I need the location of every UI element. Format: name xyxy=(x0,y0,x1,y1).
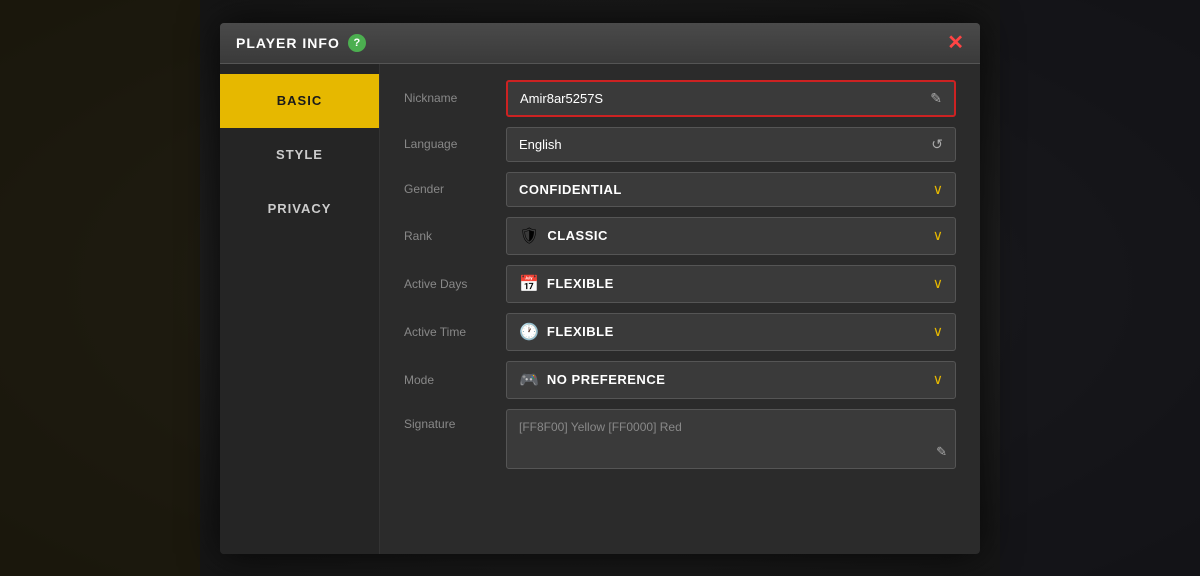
mode-control: 🎮 NO PREFERENCE ∨ xyxy=(506,361,956,399)
refresh-icon[interactable]: ↺ xyxy=(931,136,943,153)
gender-dropdown-content: CONFIDENTIAL xyxy=(519,182,622,197)
help-icon[interactable]: ? xyxy=(348,34,366,52)
language-field[interactable]: English ↺ xyxy=(506,127,956,162)
language-value: English xyxy=(519,137,562,152)
active-days-label: Active Days xyxy=(404,277,494,291)
content-area: Nickname Amir8ar5257S ✎ Language English… xyxy=(380,64,980,554)
bg-blur-left xyxy=(0,0,200,576)
signature-label: Signature xyxy=(404,409,494,431)
gender-control: CONFIDENTIAL ∨ xyxy=(506,172,956,207)
modal-header: PLAYER INFO ? ✕ xyxy=(220,23,980,64)
active-time-chevron-icon: ∨ xyxy=(933,323,943,340)
active-time-control: 🕐 FLEXIBLE ∨ xyxy=(506,313,956,351)
active-time-row: Active Time 🕐 FLEXIBLE ∨ xyxy=(404,313,956,351)
sidebar-label-basic: BASIC xyxy=(277,93,322,108)
sidebar-item-privacy[interactable]: PRIVACY xyxy=(220,182,379,236)
rank-label: Rank xyxy=(404,229,494,243)
nickname-field[interactable]: Amir8ar5257S ✎ xyxy=(506,80,956,117)
mode-chevron-icon: ∨ xyxy=(933,371,943,388)
gender-value: CONFIDENTIAL xyxy=(519,182,622,197)
language-control: English ↺ xyxy=(506,127,956,162)
signature-control: [FF8F00] Yellow [FF0000] Red ✎ xyxy=(506,409,956,469)
mode-dropdown-content: 🎮 NO PREFERENCE xyxy=(519,370,665,390)
nickname-value: Amir8ar5257S xyxy=(520,91,603,106)
signature-value: [FF8F00] Yellow [FF0000] Red xyxy=(519,420,682,434)
language-row: Language English ↺ xyxy=(404,127,956,162)
active-time-label: Active Time xyxy=(404,325,494,339)
gender-dropdown[interactable]: CONFIDENTIAL ∨ xyxy=(506,172,956,207)
gender-label: Gender xyxy=(404,182,494,196)
modal-body: BASIC STYLE PRIVACY Nickname Amir8ar5257… xyxy=(220,64,980,554)
active-days-value: FLEXIBLE xyxy=(547,276,614,291)
sidebar-label-style: STYLE xyxy=(276,147,323,162)
mode-value: NO PREFERENCE xyxy=(547,372,665,387)
active-time-dropdown[interactable]: 🕐 FLEXIBLE ∨ xyxy=(506,313,956,351)
rank-value: CLASSIC xyxy=(547,228,608,243)
active-days-dropdown[interactable]: 📅 FLEXIBLE ∨ xyxy=(506,265,956,303)
signature-edit-icon[interactable]: ✎ xyxy=(936,444,947,460)
mode-row: Mode 🎮 NO PREFERENCE ∨ xyxy=(404,361,956,399)
active-days-control: 📅 FLEXIBLE ∨ xyxy=(506,265,956,303)
active-days-chevron-icon: ∨ xyxy=(933,275,943,292)
mode-label: Mode xyxy=(404,373,494,387)
gender-row: Gender CONFIDENTIAL ∨ xyxy=(404,172,956,207)
nickname-label: Nickname xyxy=(404,91,494,105)
rank-dropdown-content: 🛡 CLASSIC xyxy=(519,226,608,246)
rank-icon: 🛡 xyxy=(519,226,539,246)
rank-row: Rank 🛡 CLASSIC ∨ xyxy=(404,217,956,255)
sidebar-label-privacy: PRIVACY xyxy=(268,201,332,216)
active-time-value: FLEXIBLE xyxy=(547,324,614,339)
active-time-dropdown-content: 🕐 FLEXIBLE xyxy=(519,322,614,342)
player-info-modal: PLAYER INFO ? ✕ BASIC STYLE PRIVACY Nick… xyxy=(220,23,980,554)
bg-blur-right xyxy=(1000,0,1200,576)
signature-row: Signature [FF8F00] Yellow [FF0000] Red ✎ xyxy=(404,409,956,469)
mode-icon: 🎮 xyxy=(519,370,539,390)
modal-title: PLAYER INFO xyxy=(236,35,340,51)
active-days-dropdown-content: 📅 FLEXIBLE xyxy=(519,274,614,294)
sidebar-item-style[interactable]: STYLE xyxy=(220,128,379,182)
rank-dropdown[interactable]: 🛡 CLASSIC ∨ xyxy=(506,217,956,255)
nickname-control: Amir8ar5257S ✎ xyxy=(506,80,956,117)
mode-dropdown[interactable]: 🎮 NO PREFERENCE ∨ xyxy=(506,361,956,399)
rank-chevron-icon: ∨ xyxy=(933,227,943,244)
modal-title-area: PLAYER INFO ? xyxy=(236,34,366,52)
sidebar-item-basic[interactable]: BASIC xyxy=(220,74,379,128)
active-time-icon: 🕐 xyxy=(519,322,539,342)
close-button[interactable]: ✕ xyxy=(947,33,964,53)
active-days-row: Active Days 📅 FLEXIBLE ∨ xyxy=(404,265,956,303)
signature-field[interactable]: [FF8F00] Yellow [FF0000] Red ✎ xyxy=(506,409,956,469)
gender-chevron-icon: ∨ xyxy=(933,181,943,198)
rank-control: 🛡 CLASSIC ∨ xyxy=(506,217,956,255)
language-label: Language xyxy=(404,137,494,151)
nickname-row: Nickname Amir8ar5257S ✎ xyxy=(404,80,956,117)
active-days-icon: 📅 xyxy=(519,274,539,294)
sidebar: BASIC STYLE PRIVACY xyxy=(220,64,380,554)
nickname-edit-icon[interactable]: ✎ xyxy=(930,90,942,107)
